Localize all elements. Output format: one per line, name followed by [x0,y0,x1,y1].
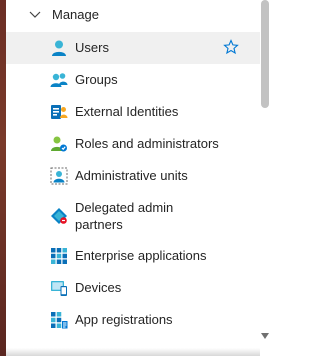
nav-item-label: External Identities [75,104,179,119]
favorite-star-icon[interactable] [223,39,239,55]
nav-item-delegated-admin-partners[interactable]: Delegated admin partners [6,192,260,240]
devices-icon [51,281,67,296]
nav-item-external-identities[interactable]: External Identities [6,96,260,128]
nav-item-label: Administrative units [75,168,188,183]
delegated-admin-icon [51,208,67,224]
section-label: Manage [52,7,99,22]
nav-item-devices[interactable]: Devices [6,272,260,304]
nav-item-label-line1: Delegated admin [75,200,174,215]
manage-section-header[interactable]: Manage [6,0,260,30]
vertical-scrollbar[interactable] [260,0,270,356]
administrative-units-icon [50,167,68,185]
external-identities-icon [51,105,68,119]
nav-item-label: Devices [75,280,122,295]
right-background [270,0,289,356]
chevron-down-icon[interactable] [28,9,42,21]
app-registrations-icon [51,312,68,329]
roles-icon [51,136,67,152]
nav-item-users[interactable]: Users [6,32,260,64]
enterprise-apps-icon [51,248,67,264]
nav-item-label: App registrations [75,312,173,327]
scrollbar-thumb[interactable] [261,0,269,108]
nav-item-label: Groups [75,72,118,87]
nav-item-app-registrations[interactable]: App registrations [6,304,260,336]
groups-icon [50,73,68,87]
scroll-down-arrow-icon[interactable] [260,332,270,340]
nav-item-administrative-units[interactable]: Administrative units [6,160,260,192]
nav-item-enterprise-applications[interactable]: Enterprise applications [6,240,260,272]
truncated-next-item [6,348,260,356]
nav-pane: Manage Users Groups External Identities … [6,0,260,356]
nav-item-label: Roles and administrators [75,136,219,151]
nav-item-groups[interactable]: Groups [6,64,260,96]
nav-item-label: Users [75,40,109,55]
nav-item-label-line2: partners [75,217,123,232]
nav-item-roles-and-administrators[interactable]: Roles and administrators [6,128,260,160]
user-icon [52,40,66,56]
nav-item-label: Enterprise applications [75,248,207,263]
